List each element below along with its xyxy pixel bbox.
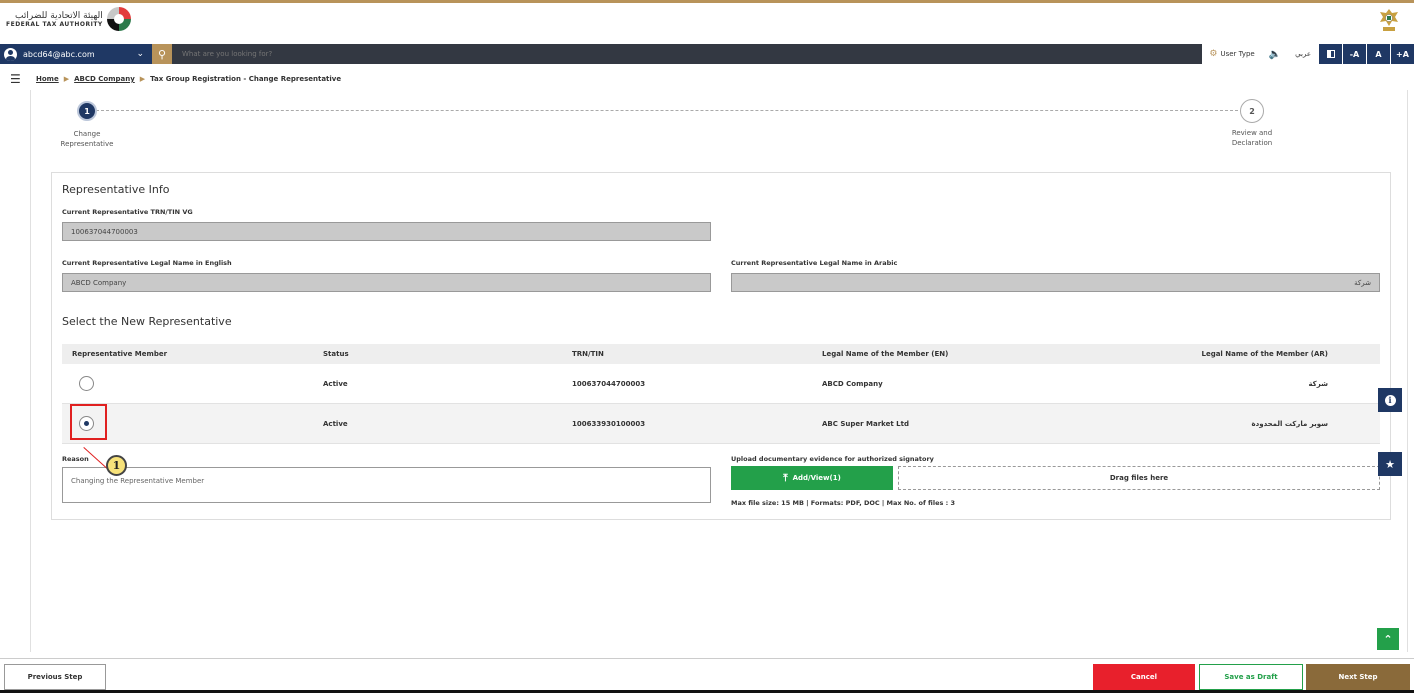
step-1-label: Change Representative xyxy=(56,129,118,149)
member-trn: 100633930100003 xyxy=(572,420,646,428)
user-email: abcd64@abc.com xyxy=(23,49,95,59)
table-row[interactable]: Active 100637044700003 ABCD Company شركة xyxy=(62,364,1380,404)
breadcrumb-home[interactable]: Home xyxy=(36,75,59,83)
fta-logo[interactable]: الهيئة الاتحادية للضرائب FEDERAL TAX AUT… xyxy=(6,7,131,31)
contrast-icon xyxy=(1326,50,1335,58)
chevron-down-icon: ⌄ xyxy=(136,49,144,59)
fta-emblem-icon xyxy=(106,7,131,31)
current-name-en-field: ABCD Company xyxy=(62,273,711,292)
step-2-indicator: 2 xyxy=(1240,99,1264,123)
representative-radio[interactable] xyxy=(79,376,94,391)
current-trn-label: Current Representative TRN/TIN VG xyxy=(62,208,193,216)
user-menu[interactable]: abcd64@abc.com ⌄ xyxy=(0,44,152,64)
representative-info-title: Representative Info xyxy=(62,183,170,196)
star-icon: ★ xyxy=(1385,457,1395,471)
font-decrease-button[interactable]: -A xyxy=(1342,44,1366,64)
upload-icon: ⤒ xyxy=(783,472,788,484)
annotation-highlight-box xyxy=(70,404,107,440)
font-increase-button[interactable]: +A xyxy=(1390,44,1414,64)
current-name-ar-field: شركة xyxy=(731,273,1380,292)
uae-emblem-icon xyxy=(1380,9,1398,31)
add-view-button[interactable]: ⤒ Add/View(1) xyxy=(731,466,893,490)
column-header: Legal Name of the Member (AR) xyxy=(1201,350,1328,358)
user-type-button[interactable]: ⚙ User Type xyxy=(1202,44,1262,64)
search-button[interactable]: ⚲ xyxy=(152,44,172,64)
info-icon: i xyxy=(1384,394,1396,406)
gear-icon: ⚙ xyxy=(1209,49,1218,59)
nav-right-tools: ⚙ User Type 🔈 عربي -A A +A xyxy=(1202,44,1414,64)
annotation-number-badge: 1 xyxy=(106,455,127,476)
speaker-button[interactable]: 🔈 xyxy=(1261,44,1289,64)
new-representative-title: Select the New Representative xyxy=(62,315,232,328)
info-button[interactable]: i xyxy=(1378,388,1402,412)
step-1-indicator: 1 xyxy=(77,101,97,121)
member-name-ar: شركة xyxy=(1308,380,1328,388)
breadcrumb: ☰ Home ▶ ABCD Company ▶ Tax Group Regist… xyxy=(0,70,1414,88)
contrast-button[interactable] xyxy=(1318,44,1342,64)
logo-english-text: FEDERAL TAX AUTHORITY xyxy=(6,20,103,28)
column-header: Representative Member xyxy=(72,350,168,358)
upload-label: Upload documentary evidence for authoriz… xyxy=(731,455,934,463)
nav-bar: abcd64@abc.com ⌄ ⚲ ⚙ User Type 🔈 عربي -A… xyxy=(0,44,1414,64)
member-name-en: ABCD Company xyxy=(822,380,883,388)
step-2-label-line2: Declaration xyxy=(1231,139,1273,147)
user-icon xyxy=(4,47,17,61)
table-row[interactable]: Active 100633930100003 ABC Super Market … xyxy=(62,404,1380,444)
user-type-label: User Type xyxy=(1220,50,1255,58)
reason-label: Reason xyxy=(62,455,89,463)
current-trn-field: 100637044700003 xyxy=(62,222,711,241)
next-step-button[interactable]: Next Step xyxy=(1306,664,1410,690)
current-name-ar-label: Current Representative Legal Name in Ara… xyxy=(731,259,898,267)
file-dropzone[interactable]: Drag files here xyxy=(898,466,1380,490)
step-1-label-line1: Change xyxy=(73,130,101,138)
member-trn: 100637044700003 xyxy=(572,380,646,388)
step-2-label: Review and Declaration xyxy=(1222,128,1282,148)
step-1-label-line2: Representative xyxy=(60,140,114,148)
column-header: Status xyxy=(323,350,349,358)
step-2-label-line1: Review and xyxy=(1231,129,1273,137)
breadcrumb-current: Tax Group Registration - Change Represen… xyxy=(150,75,342,83)
reason-textarea[interactable]: Changing the Representative Member xyxy=(62,467,711,503)
member-name-ar: سوبر ماركت المحدودة xyxy=(1251,420,1329,428)
previous-step-button[interactable]: Previous Step xyxy=(4,664,106,690)
current-name-en-label: Current Representative Legal Name in Eng… xyxy=(62,259,232,267)
font-normal-button[interactable]: A xyxy=(1366,44,1390,64)
favorites-button[interactable]: ★ xyxy=(1378,452,1402,476)
stepper-connector xyxy=(86,110,1238,111)
member-status: Active xyxy=(323,420,348,428)
members-table-header: Representative Member Status TRN/TIN Leg… xyxy=(62,344,1380,364)
scroll-to-top-button[interactable]: ⌃ xyxy=(1377,628,1399,650)
cancel-button[interactable]: Cancel xyxy=(1093,664,1195,690)
member-status: Active xyxy=(323,380,348,388)
footer-action-bar: Previous Step Cancel Save as Draft Next … xyxy=(0,658,1414,693)
speaker-icon: 🔈 xyxy=(1268,48,1282,60)
column-header: TRN/TIN xyxy=(572,350,604,358)
search-input[interactable] xyxy=(182,50,582,58)
top-header: الهيئة الاتحادية للضرائب FEDERAL TAX AUT… xyxy=(0,0,1414,34)
hamburger-menu-icon[interactable]: ☰ xyxy=(10,72,36,86)
breadcrumb-company[interactable]: ABCD Company xyxy=(74,75,135,83)
add-view-label: Add/View(1) xyxy=(792,474,841,482)
column-header: Legal Name of the Member (EN) xyxy=(822,350,949,358)
logo-arabic-text: الهيئة الاتحادية للضرائب xyxy=(15,10,103,21)
breadcrumb-arrow-icon: ▶ xyxy=(63,75,70,83)
save-as-draft-button[interactable]: Save as Draft xyxy=(1199,664,1303,690)
language-toggle[interactable]: عربي xyxy=(1288,44,1318,64)
logo-text: الهيئة الاتحادية للضرائب FEDERAL TAX AUT… xyxy=(6,11,103,28)
search-icon: ⚲ xyxy=(157,47,167,61)
double-chevron-up-icon: ⌃ xyxy=(1383,632,1393,646)
member-name-en: ABC Super Market Ltd xyxy=(822,420,909,428)
breadcrumb-arrow-icon: ▶ xyxy=(139,75,146,83)
upload-hint: Max file size: 15 MB | Formats: PDF, DOC… xyxy=(731,499,956,507)
